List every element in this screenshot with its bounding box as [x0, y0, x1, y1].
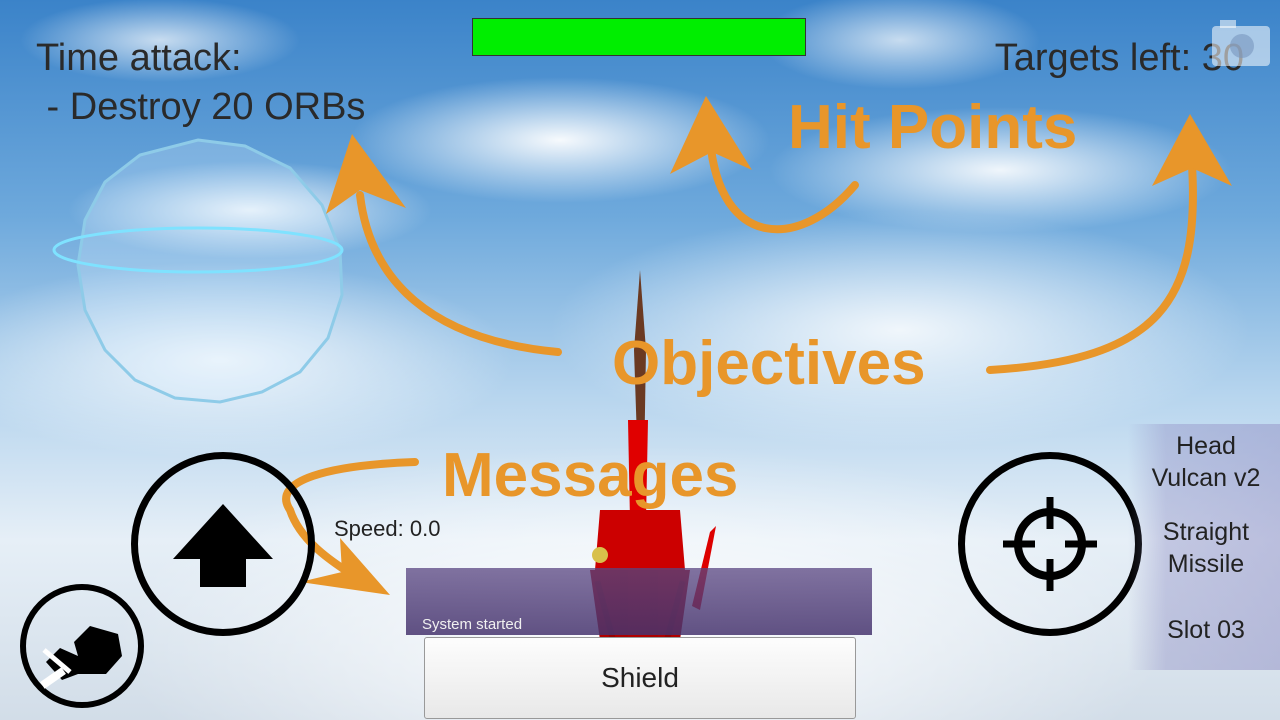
weapon-slot-1[interactable]: Head Vulcan v2: [1136, 430, 1276, 494]
speed-readout: Speed: 0.0: [334, 516, 441, 541]
dock-button[interactable]: [20, 584, 144, 708]
crosshair-icon: [1003, 497, 1097, 591]
weapon-slot-2[interactable]: Straight Missile: [1136, 516, 1276, 580]
dock-icon: [40, 626, 122, 689]
weapon-slot-3[interactable]: Slot 03: [1136, 614, 1276, 646]
annotation-objectives: Objectives: [612, 329, 926, 398]
weapon-selector: Head Vulcan v2 Straight Missile Slot 03: [1128, 424, 1280, 670]
log-message: System started: [422, 616, 523, 633]
up-arrow-icon: [173, 504, 273, 587]
thrust-button[interactable]: [131, 452, 315, 636]
annotation-hit-points: Hit Points: [788, 93, 1078, 162]
fire-button[interactable]: [958, 452, 1142, 636]
message-log: System started: [406, 568, 872, 635]
shield-button[interactable]: Shield: [424, 637, 856, 719]
annotation-messages: Messages: [442, 441, 739, 510]
